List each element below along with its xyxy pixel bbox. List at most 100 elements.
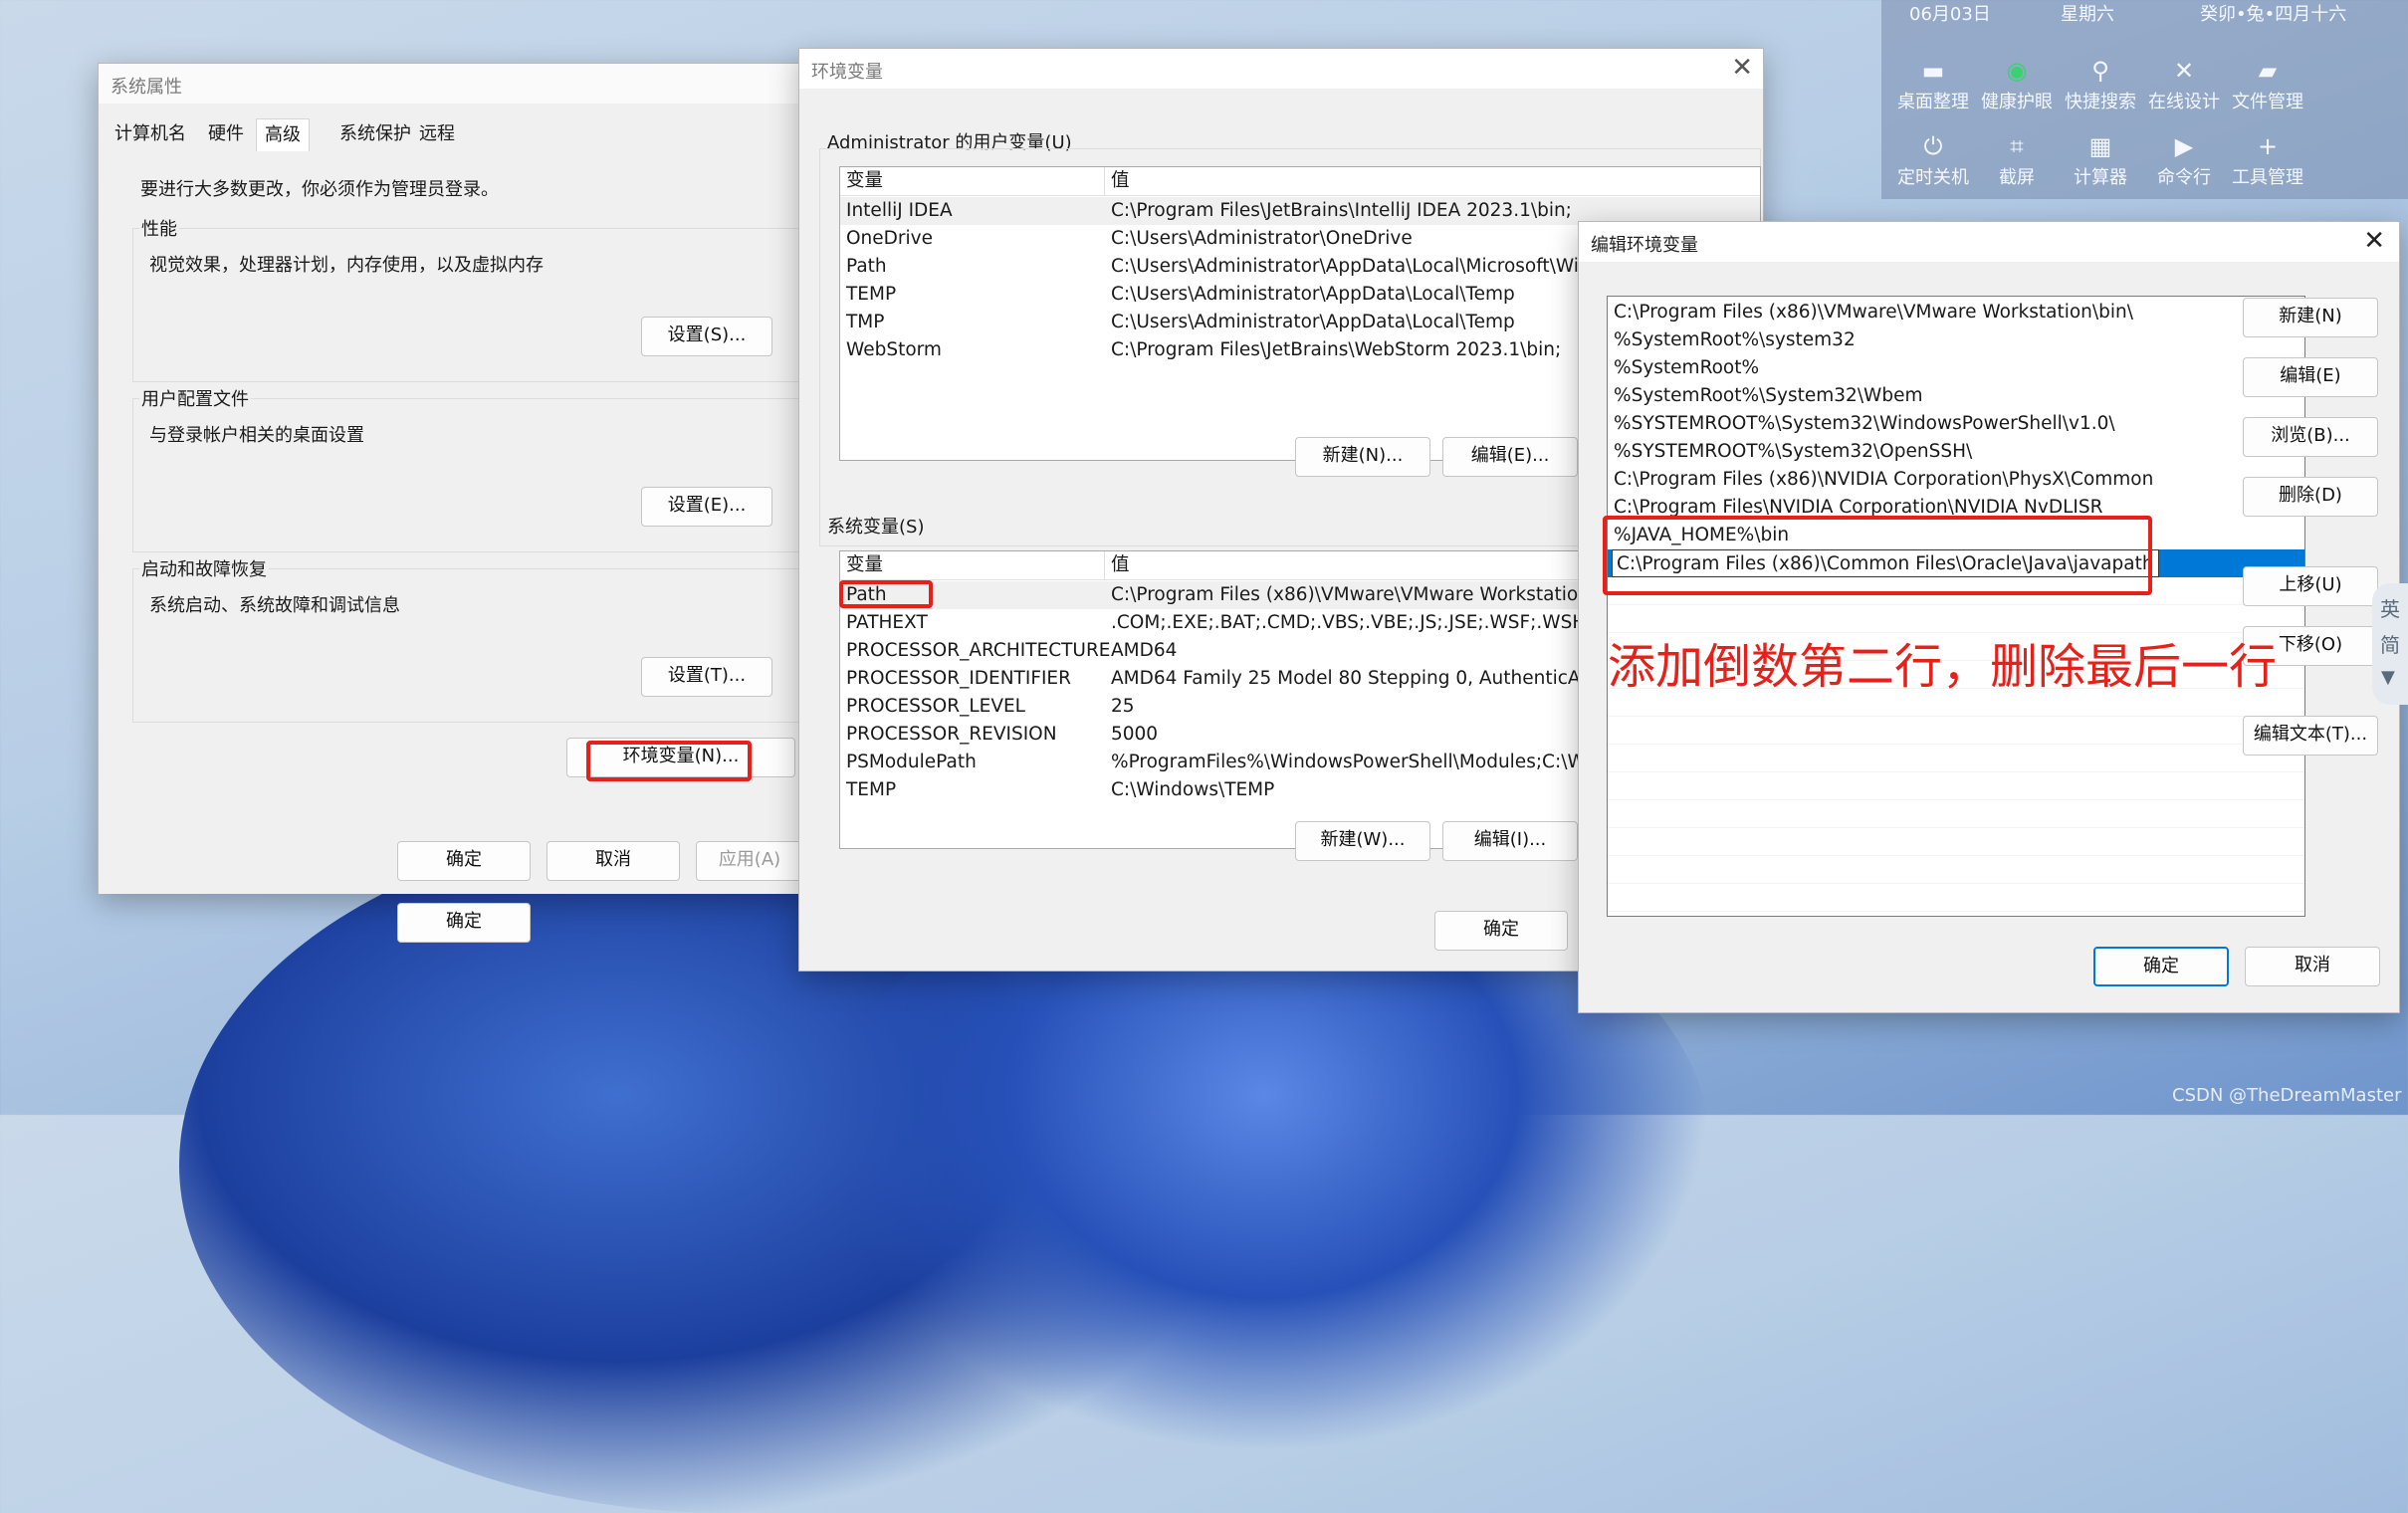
- shirt-icon[interactable]: ▼: [2381, 667, 2395, 688]
- ok-button[interactable]: 确定: [397, 903, 531, 943]
- user-profile-label: 用户配置文件: [139, 385, 251, 411]
- title-bar: 环境变量 ✕: [799, 49, 1763, 89]
- widget-tool-label: 截屏: [1999, 167, 2035, 188]
- path-entry-text: %SystemRoot%: [1614, 357, 1760, 378]
- ok-button[interactable]: 确定: [2093, 947, 2229, 986]
- list-item[interactable]: %SystemRoot%: [1608, 354, 2304, 382]
- list-item[interactable]: %SYSTEMROOT%\System32\WindowsPowerShell\…: [1608, 410, 2304, 438]
- widget-tool-10[interactable]: + 工具管理: [2218, 129, 2317, 189]
- ok-button[interactable]: 确定: [397, 841, 531, 881]
- desktop-widget: 06月03日 星期六 癸卯•兔•四月十六 ▬ 桌面整理 ◉ 健康护眼 ⚲ 快捷搜索 ✕ 在线设…: [1881, 0, 2408, 199]
- ime-english[interactable]: 英: [2380, 593, 2400, 622]
- startup-recovery-settings-button[interactable]: 设置(T)...: [641, 657, 772, 697]
- variable-value: C:\Users\Administrator\AppData\Local\Tem…: [1111, 284, 1515, 305]
- browse-button[interactable]: 浏览(B)...: [2243, 417, 2378, 457]
- admin-notice: 要进行大多数更改，你必须作为管理员登录。: [140, 179, 499, 200]
- list-empty-row: [1608, 717, 2304, 745]
- tab-system-protection[interactable]: 系统保护: [331, 118, 419, 150]
- widget-tool-label: 在线设计: [2148, 92, 2220, 112]
- performance-group: 性能 视觉效果，处理器计划，内存使用，以及虚拟内存 设置(S)...: [132, 215, 799, 382]
- system-new-button[interactable]: 新建(W)...: [1295, 821, 1430, 861]
- tab-strip: 计算机名 硬件 高级 系统保护 远程: [107, 118, 803, 151]
- title-bar: 编辑环境变量 ✕: [1579, 222, 2399, 262]
- dialog-title: 系统属性: [110, 77, 182, 98]
- variable-value: 25: [1111, 696, 1135, 717]
- apply-button[interactable]: 应用(A): [696, 841, 803, 881]
- variable-name: TEMP: [846, 284, 897, 305]
- variable-value: C:\Program Files\JetBrains\IntelliJ IDEA…: [1111, 200, 1572, 221]
- widget-tool-label: 命令行: [2157, 167, 2211, 188]
- ime-simplified[interactable]: 简: [2380, 629, 2400, 658]
- new-button[interactable]: 新建(N): [2243, 298, 2378, 337]
- performance-settings-button[interactable]: 设置(S)...: [641, 317, 772, 356]
- edit-button[interactable]: 编辑(E): [2243, 357, 2378, 397]
- watermark: CSDN @TheDreamMaster: [2172, 1085, 2402, 1106]
- list-item[interactable]: %SystemRoot%\system32: [1608, 326, 2304, 354]
- widget-tool-5[interactable]: ▰ 文件管理: [2218, 54, 2317, 113]
- widget-tool-label: 健康护眼: [1981, 92, 2053, 112]
- col-value: 值: [1111, 554, 1130, 575]
- widget-tool-label: 工具管理: [2232, 167, 2303, 188]
- tab-computer-name[interactable]: 计算机名: [107, 118, 194, 150]
- user-profile-desc: 与登录帐户相关的桌面设置: [149, 425, 364, 446]
- widget-tool-label: 桌面整理: [1897, 92, 1969, 112]
- tab-remote[interactable]: 远程: [411, 118, 463, 150]
- list-item[interactable]: %SYSTEMROOT%\System32\OpenSSH\: [1608, 438, 2304, 466]
- variable-name: PROCESSOR_REVISION: [846, 724, 1057, 745]
- variable-name: OneDrive: [846, 228, 933, 249]
- path-entries-list: C:\Program Files (x86)\VMware\VMware Wor…: [1607, 296, 2305, 917]
- close-icon[interactable]: ✕: [2363, 226, 2385, 256]
- list-empty-row: [1608, 884, 2304, 912]
- variable-value: C:\Program Files\JetBrains\WebStorm 2023…: [1111, 339, 1562, 360]
- variable-name: TMP: [846, 312, 885, 332]
- move-up-button[interactable]: 上移(U): [2243, 566, 2378, 606]
- variable-value: C:\Users\Administrator\AppData\Local\Mic…: [1111, 256, 1603, 277]
- user-edit-button[interactable]: 编辑(E)...: [1442, 437, 1578, 477]
- variable-name: PATHEXT: [846, 612, 928, 633]
- variable-value: AMD64: [1111, 640, 1178, 661]
- path-entry-text: %SystemRoot%\system32: [1614, 329, 1856, 350]
- widget-tool-label: 文件管理: [2232, 92, 2303, 112]
- dialog-title: 编辑环境变量: [1591, 235, 1698, 256]
- list-item[interactable]: C:\Program Files (x86)\NVIDIA Corporatio…: [1608, 466, 2304, 494]
- path-entry-text: C:\Program Files (x86)\NVIDIA Corporatio…: [1614, 469, 2154, 490]
- close-icon[interactable]: ✕: [1731, 53, 1753, 83]
- list-empty-row: [1608, 772, 2304, 800]
- delete-button[interactable]: 删除(D): [2243, 477, 2378, 517]
- list-empty-row: [1608, 828, 2304, 856]
- edit-text-button[interactable]: 编辑文本(T)...: [2243, 716, 2378, 756]
- system-edit-button[interactable]: 编辑(I)...: [1442, 821, 1578, 861]
- variable-name: WebStorm: [846, 339, 942, 360]
- startup-recovery-desc: 系统启动、系统故障和调试信息: [149, 595, 400, 616]
- variable-name: PROCESSOR_ARCHITECTURE: [846, 640, 1111, 661]
- variable-value: 5000: [1111, 724, 1159, 745]
- path-entry-text: %SystemRoot%\System32\Wbem: [1614, 385, 1923, 406]
- ok-button[interactable]: 确定: [1434, 911, 1568, 951]
- path-entry-text: %SYSTEMROOT%\System32\WindowsPowerShell\…: [1614, 413, 2115, 434]
- col-variable: 变量: [846, 554, 884, 575]
- cancel-button[interactable]: 取消: [2245, 947, 2380, 986]
- user-profile-settings-button[interactable]: 设置(E)...: [641, 487, 772, 527]
- user-new-button[interactable]: 新建(N)...: [1295, 437, 1430, 477]
- annotation-box: [586, 741, 752, 781]
- annotation-box: [1603, 516, 2152, 595]
- variable-name: TEMP: [846, 779, 897, 800]
- tab-hardware[interactable]: 硬件: [200, 118, 252, 150]
- variable-value: C:\Users\Administrator\AppData\Local\Tem…: [1111, 312, 1515, 332]
- variable-name: IntelliJ IDEA: [846, 200, 953, 221]
- variable-name: Path: [846, 256, 887, 277]
- variable-value: C:\Users\Administrator\OneDrive: [1111, 228, 1413, 249]
- col-variable: 变量: [846, 170, 884, 191]
- title-bar: 系统属性: [99, 64, 803, 104]
- list-item[interactable]: %SystemRoot%\System32\Wbem: [1608, 382, 2304, 410]
- performance-desc: 视觉效果，处理器计划，内存使用，以及虚拟内存: [149, 255, 544, 276]
- variable-value: %ProgramFiles%\WindowsPowerShell\Modules…: [1111, 752, 1603, 772]
- widget-tool-label: 快捷搜索: [2065, 92, 2136, 112]
- column-divider: [1104, 167, 1105, 195]
- plus-icon: +: [2257, 132, 2279, 160]
- tab-advanced[interactable]: 高级: [256, 118, 310, 151]
- list-item[interactable]: C:\Program Files (x86)\VMware\VMware Wor…: [1608, 299, 2304, 326]
- ime-toolbar: 英 简 ▼: [2372, 583, 2408, 705]
- startup-recovery-label: 启动和故障恢复: [139, 555, 269, 581]
- cancel-button[interactable]: 取消: [547, 841, 680, 881]
